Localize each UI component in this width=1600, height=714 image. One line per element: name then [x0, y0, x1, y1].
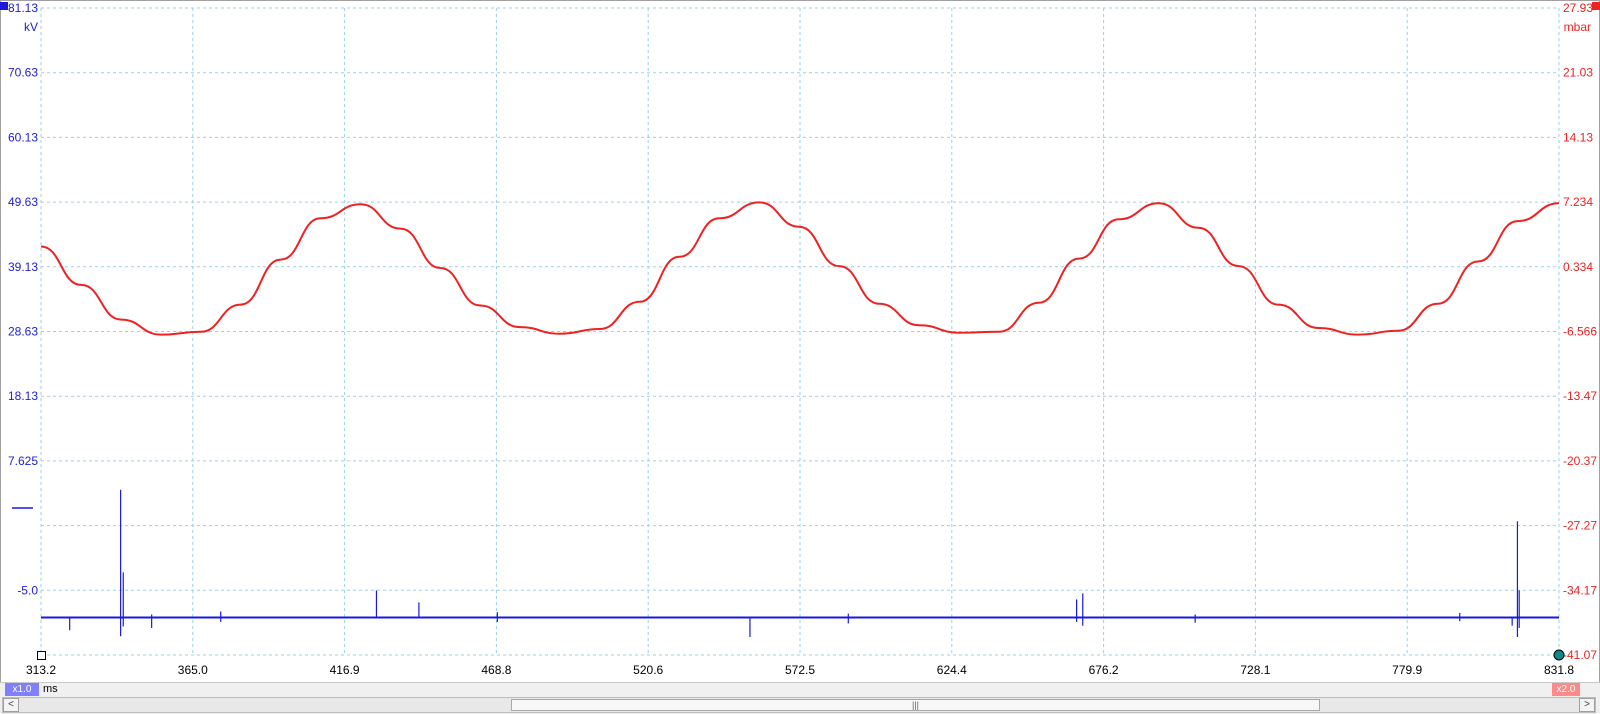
x-axis-tick-label: 779.9: [1392, 663, 1422, 677]
left-axis-tick-label: 81.13: [8, 1, 38, 15]
x-axis-tick-label: 572.5: [785, 663, 815, 677]
right-axis-tick-label: 14.13: [1563, 130, 1593, 144]
scroll-thumb[interactable]: |||: [511, 699, 1320, 711]
plot-frame: [0, 0, 1600, 684]
right-axis-unit: mbar: [1564, 20, 1591, 34]
x-axis-ticks: 313.2 365.0 416.9 468.8 520.6 572.5 624.4 676.2…: [26, 663, 1574, 677]
status-bar: x1.0 ms x2.0 < ||| >: [0, 682, 1600, 714]
left-axis-unit: kV: [24, 20, 38, 34]
right-axis-tick-label: -6.566: [1563, 325, 1597, 339]
left-axis-tick-label: 39.13: [8, 260, 38, 274]
right-axis-tick-label: -41.07: [1563, 648, 1597, 662]
right-axis-tick-label: 0.334: [1563, 260, 1593, 274]
horizontal-scrollbar[interactable]: < ||| >: [2, 697, 1596, 713]
scroll-right-arrow-icon[interactable]: >: [1579, 698, 1595, 712]
right-axis-tick-label: 21.03: [1563, 66, 1593, 80]
x-axis-tick-label: 365.0: [178, 663, 208, 677]
left-channel-marker[interactable]: [0, 2, 8, 10]
left-axis-tick-label: 18.13: [8, 389, 38, 403]
x-axis-unit: ms: [43, 683, 58, 695]
left-cursor-marker[interactable]: [37, 651, 46, 660]
x-axis-tick-label: 728.1: [1240, 663, 1270, 677]
left-scale-badge[interactable]: x1.0: [5, 683, 39, 696]
x-axis-tick-label: 313.2: [26, 663, 56, 677]
left-axis-tick-label: -5.0: [17, 583, 38, 597]
left-axis-tick-label: 70.63: [8, 66, 38, 80]
x-axis-tick-label: 520.6: [633, 663, 663, 677]
right-scale-badge[interactable]: x2.0: [1552, 683, 1580, 696]
oscilloscope-chart: 81.13 70.63 60.13 49.63 39.13 28.63 18.13 7.625…: [0, 0, 1600, 684]
right-channel-marker[interactable]: [1592, 2, 1600, 10]
left-axis-tick-label: 7.625: [8, 454, 38, 468]
x-axis-tick-label: 676.2: [1089, 663, 1119, 677]
right-cursor-marker[interactable]: [1553, 649, 1565, 661]
grid: [40, 7, 1560, 656]
right-axis-tick-label: 7.234: [1563, 195, 1593, 209]
left-axis-tick-label: 60.13: [8, 130, 38, 144]
x-axis-tick-label: 831.8: [1544, 663, 1574, 677]
left-axis-tick-label: 28.63: [8, 325, 38, 339]
right-axis-tick-label: -13.47: [1563, 389, 1597, 403]
x-axis-tick-label: 624.4: [937, 663, 967, 677]
right-axis-tick-label: 27.93: [1563, 1, 1593, 15]
x-axis-tick-label: 416.9: [330, 663, 360, 677]
left-axis-tick-label: 49.63: [8, 195, 38, 209]
right-axis-tick-label: -20.37: [1563, 454, 1597, 468]
x-axis-tick-label: 468.8: [481, 663, 511, 677]
scroll-left-arrow-icon[interactable]: <: [3, 698, 19, 712]
right-axis-tick-label: -27.27: [1563, 519, 1597, 533]
right-axis-tick-label: -34.17: [1563, 583, 1597, 597]
right-axis-ticks: 27.93 21.03 14.13 7.234 0.334 -6.566 -13.47 -20…: [1563, 1, 1597, 662]
